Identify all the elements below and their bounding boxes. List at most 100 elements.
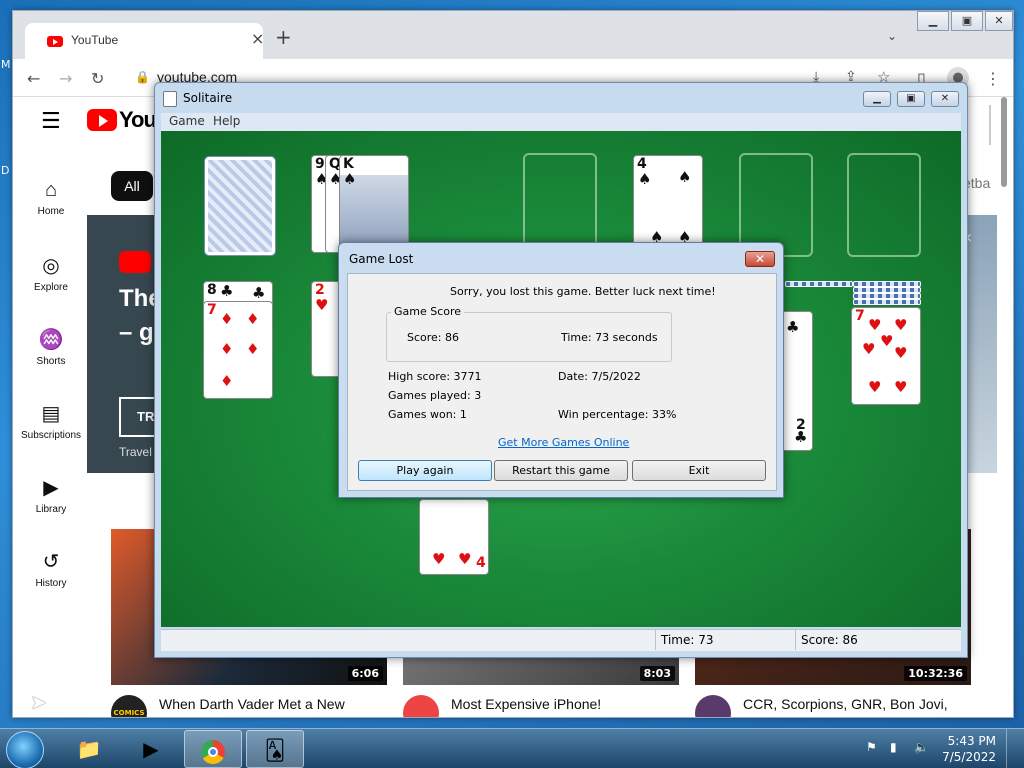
chip-all[interactable]: All — [111, 171, 153, 201]
explorer-icon[interactable]: 📁 — [60, 730, 118, 768]
desktop-icon-label[interactable]: M — [1, 58, 11, 71]
tray-flag-icon[interactable]: ⚑ — [866, 740, 877, 754]
menu-game[interactable]: Game — [169, 114, 205, 128]
back-arrow-icon[interactable]: ← — [27, 69, 40, 88]
close-button[interactable]: ✕ — [985, 11, 1013, 31]
video-title[interactable]: When Darth Vader Met a New Girl from Nab… — [159, 695, 369, 717]
group-label: Game Score — [391, 305, 465, 318]
sidebar-item-label: Library — [35, 504, 67, 515]
tab-close-icon[interactable]: × — [251, 29, 264, 48]
tableau-card[interactable]: 7 ♥ ♥ ♥ ♥ ♥ ♥ ♥ — [851, 307, 921, 405]
banner-caption: Travel — [119, 445, 152, 459]
heart-icon: ♥ — [862, 340, 876, 358]
get-more-games-link[interactable]: Get More Games Online — [498, 436, 629, 449]
reload-icon[interactable]: ↻ — [91, 69, 104, 88]
sidebar-item-label: History — [35, 578, 67, 589]
menu-help[interactable]: Help — [213, 114, 240, 128]
tableau-card[interactable]: ♥ ♥ 4 — [419, 499, 489, 575]
tab-youtube[interactable]: YouTube × — [25, 23, 264, 59]
games-won: Games won: 1 — [388, 408, 467, 421]
exit-button[interactable]: Exit — [632, 460, 766, 481]
forward-arrow-icon[interactable]: → — [59, 69, 72, 88]
sidebar-item-history[interactable]: ↺ History — [13, 549, 89, 589]
heart-icon: ♥ — [894, 316, 908, 334]
tableau-card[interactable]: 7 ♦ ♦ ♦ ♦ ♦ — [203, 301, 273, 399]
diamond-icon: ♦ — [220, 372, 234, 390]
video-title[interactable]: Most Expensive iPhone! — [451, 695, 661, 717]
sidebar-item-label: Subscriptions — [20, 430, 82, 441]
solitaire-taskbar-icon[interactable]: 🂡 — [246, 730, 304, 768]
taskbar: 📁 ▶ 🂡 ⚑ ▮ 🔈 5:43 PM 7/5/2022 — [0, 728, 1024, 768]
banner-image — [963, 215, 997, 473]
home-icon: ⌂ — [44, 179, 58, 201]
minimize-button[interactable]: ▁ — [863, 91, 891, 107]
sidebar-item-explore[interactable]: ◎ Explore — [13, 253, 89, 293]
volume-icon[interactable]: 🔈 — [914, 740, 929, 754]
maximize-button[interactable]: ▣ — [951, 11, 983, 31]
date-value: Date: 7/5/2022 — [558, 370, 641, 383]
sidebar-item-shorts[interactable]: ♒ Shorts — [13, 327, 89, 367]
start-button[interactable] — [6, 731, 44, 768]
foundation-card[interactable]: 4 ♠ ♠ ♠ ♠ — [633, 155, 703, 253]
compass-icon: ◎ — [42, 255, 60, 277]
club-icon: ♣ — [252, 284, 266, 302]
library-icon: ▶ — [43, 477, 59, 499]
media-player-icon[interactable]: ▶ — [122, 730, 180, 768]
club-icon: ♣ — [786, 318, 800, 336]
tableau-card[interactable]: ♣ ♣ 2 — [781, 311, 813, 451]
status-divider — [795, 630, 796, 650]
menu-kebab-icon[interactable]: ⋮ — [985, 69, 1001, 88]
maximize-button[interactable]: ▣ — [897, 91, 925, 107]
play-again-button[interactable]: Play again — [358, 460, 492, 481]
desktop-icon-label[interactable]: D — [1, 164, 9, 177]
chrome-icon[interactable] — [184, 730, 242, 768]
clock[interactable]: 5:43 PM 7/5/2022 — [936, 733, 996, 765]
history-icon: ↺ — [42, 551, 60, 573]
mouse-cursor-icon: ➤ — [30, 690, 47, 714]
heart-icon: ♥ — [868, 378, 882, 396]
channel-avatar[interactable] — [403, 695, 439, 717]
banner-headline-2: – g — [119, 319, 154, 346]
dialog-title: Game Lost — [349, 252, 414, 266]
heart-icon: ♥ — [894, 378, 908, 396]
network-icon[interactable]: ▮ — [890, 740, 897, 754]
tableau-card[interactable]: 2 ♥ — [311, 281, 341, 377]
solitaire-app-icon — [163, 91, 177, 107]
hamburger-menu-icon[interactable]: ☰ — [41, 111, 61, 133]
close-button[interactable]: ✕ — [931, 91, 959, 107]
card-rank: 4 — [476, 555, 486, 571]
heart-icon: ♥ — [432, 550, 446, 568]
heart-icon: ♥ — [880, 332, 894, 350]
status-time: Time: 73 — [661, 633, 714, 647]
minimize-button[interactable]: ▁ — [917, 11, 949, 31]
dialog-close-button[interactable]: ✕ — [745, 251, 775, 267]
window-title: Solitaire — [183, 91, 233, 105]
card-rank: 7 — [207, 302, 217, 318]
sidebar-item-subscriptions[interactable]: ▤ Subscriptions — [13, 401, 89, 441]
spade-icon: ♠ — [678, 168, 692, 186]
show-desktop-button[interactable] — [1006, 729, 1024, 768]
sidebar-item-home[interactable]: ⌂ Home — [13, 179, 89, 217]
lock-icon[interactable]: 🔒 — [135, 70, 150, 84]
stock-pile[interactable] — [205, 157, 275, 255]
dialog-body: Sorry, you lost this game. Better luck n… — [347, 273, 777, 491]
foundation-slot[interactable] — [847, 153, 921, 257]
sidebar-item-library[interactable]: ▶ Library — [13, 475, 89, 515]
diamond-icon: ♦ — [246, 340, 260, 358]
tab-search-icon[interactable]: ⌄ — [887, 29, 897, 43]
youtube-favicon-icon — [47, 36, 63, 47]
new-tab-button[interactable]: + — [275, 25, 292, 49]
card-rank: 2 — [315, 282, 325, 298]
video-title[interactable]: CCR, Scorpions, GNR, Bon Jovi, U2, Led Z… — [743, 695, 953, 717]
channel-avatar[interactable]: COMICS — [111, 695, 147, 717]
card-rank: 7 — [855, 308, 865, 324]
waste-card-top[interactable]: K ♠ — [339, 155, 409, 253]
channel-avatar[interactable] — [695, 695, 731, 717]
video-duration: 10:32:36 — [904, 666, 967, 681]
tab-title: YouTube — [71, 33, 119, 47]
menu-bar: Game Help — [161, 113, 961, 131]
clock-date: 7/5/2022 — [942, 750, 996, 764]
page-scrollbar[interactable] — [1001, 97, 1007, 187]
restart-game-button[interactable]: Restart this game — [494, 460, 628, 481]
diamond-icon: ♦ — [246, 310, 260, 328]
